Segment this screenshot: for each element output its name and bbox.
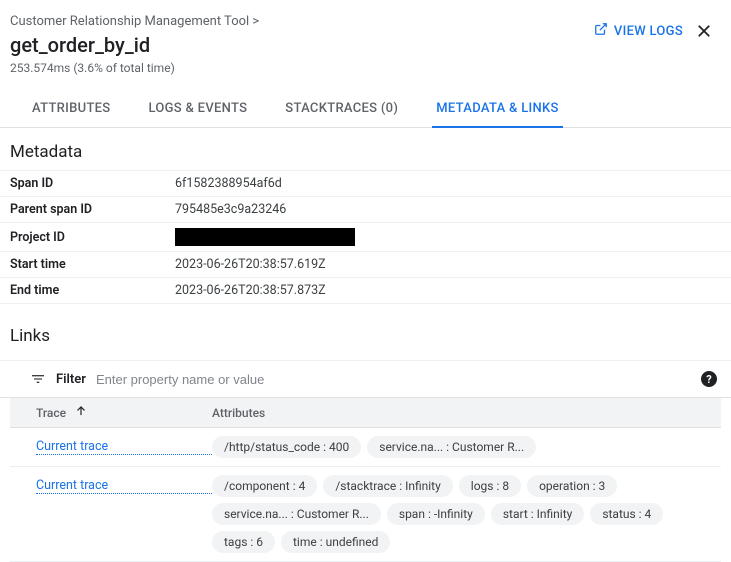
- attribute-chip[interactable]: logs : 8: [459, 475, 521, 497]
- open-external-icon: [594, 22, 608, 40]
- metadata-row-start-time: Start time 2023-06-26T20:38:57.619Z: [0, 251, 731, 277]
- trace-link[interactable]: Current trace: [36, 436, 212, 455]
- links-row: Current trace /component : 4 /stacktrace…: [10, 467, 721, 562]
- metadata-key: Span ID: [10, 176, 175, 191]
- attribute-chip[interactable]: /component : 4: [212, 475, 317, 497]
- view-logs-label: VIEW LOGS: [614, 24, 683, 39]
- help-icon[interactable]: ?: [701, 371, 717, 387]
- attribute-chip[interactable]: service.na... : Customer R...: [367, 436, 536, 458]
- links-row: Current trace /http/status_code : 400 se…: [10, 428, 721, 467]
- attribute-chip[interactable]: time : undefined: [281, 531, 390, 553]
- attribute-chips: /http/status_code : 400 service.na... : …: [212, 436, 711, 458]
- view-logs-button[interactable]: VIEW LOGS: [594, 22, 683, 40]
- metadata-key: Project ID: [10, 230, 175, 245]
- metadata-row-project-id: Project ID: [0, 222, 731, 251]
- metadata-row-span-id: Span ID 6f1582388954af6d: [0, 170, 731, 196]
- filter-input[interactable]: [96, 372, 691, 387]
- metadata-value: 795485e3c9a23246: [175, 202, 286, 217]
- metadata-value: 2023-06-26T20:38:57.619Z: [175, 257, 326, 272]
- metadata-key: Start time: [10, 257, 175, 272]
- close-button[interactable]: [691, 18, 717, 44]
- span-timing: 253.574ms (3.6% of total time): [10, 61, 713, 75]
- close-icon: [695, 22, 713, 40]
- links-table-header: Trace Attributes: [10, 398, 721, 428]
- attribute-chip[interactable]: operation : 3: [527, 475, 617, 497]
- metadata-table: Span ID 6f1582388954af6d Parent span ID …: [0, 170, 731, 304]
- metadata-value: 2023-06-26T20:38:57.873Z: [175, 283, 326, 298]
- metadata-row-end-time: End time 2023-06-26T20:38:57.873Z: [0, 277, 731, 304]
- metadata-key: End time: [10, 283, 175, 298]
- tab-bar: ATTRIBUTES LOGS & EVENTS STACKTRACES (0)…: [0, 83, 731, 128]
- attribute-chip[interactable]: /stacktrace : Infinity: [323, 475, 452, 497]
- attribute-chip[interactable]: span : -Infinity: [387, 503, 485, 525]
- trace-link[interactable]: Current trace: [36, 475, 212, 494]
- links-filter-bar: Filter ?: [0, 360, 731, 398]
- metadata-key: Parent span ID: [10, 202, 175, 217]
- column-trace[interactable]: Trace: [36, 404, 212, 421]
- filter-icon: [30, 371, 46, 387]
- attribute-chips: /component : 4 /stacktrace : Infinity lo…: [212, 475, 711, 553]
- metadata-row-parent-span-id: Parent span ID 795485e3c9a23246: [0, 196, 731, 222]
- attribute-chip[interactable]: start : Infinity: [491, 503, 584, 525]
- attribute-chip[interactable]: service.na... : Customer R...: [212, 503, 381, 525]
- metadata-heading: Metadata: [0, 128, 731, 170]
- links-heading: Links: [0, 304, 731, 354]
- attribute-chip[interactable]: tags : 6: [212, 531, 275, 553]
- filter-label: Filter: [56, 372, 86, 387]
- sort-ascending-icon: [74, 404, 88, 421]
- metadata-value-redacted: [175, 228, 355, 246]
- column-trace-label: Trace: [36, 406, 66, 420]
- column-attributes[interactable]: Attributes: [212, 406, 711, 420]
- attribute-chip[interactable]: /http/status_code : 400: [212, 436, 361, 458]
- metadata-value: 6f1582388954af6d: [175, 176, 282, 191]
- attribute-chip[interactable]: status : 4: [590, 503, 663, 525]
- tab-logs-events[interactable]: LOGS & EVENTS: [144, 93, 251, 127]
- tab-metadata-links[interactable]: METADATA & LINKS: [432, 93, 563, 128]
- tab-attributes[interactable]: ATTRIBUTES: [28, 93, 114, 127]
- tab-stacktraces[interactable]: STACKTRACES (0): [281, 93, 402, 127]
